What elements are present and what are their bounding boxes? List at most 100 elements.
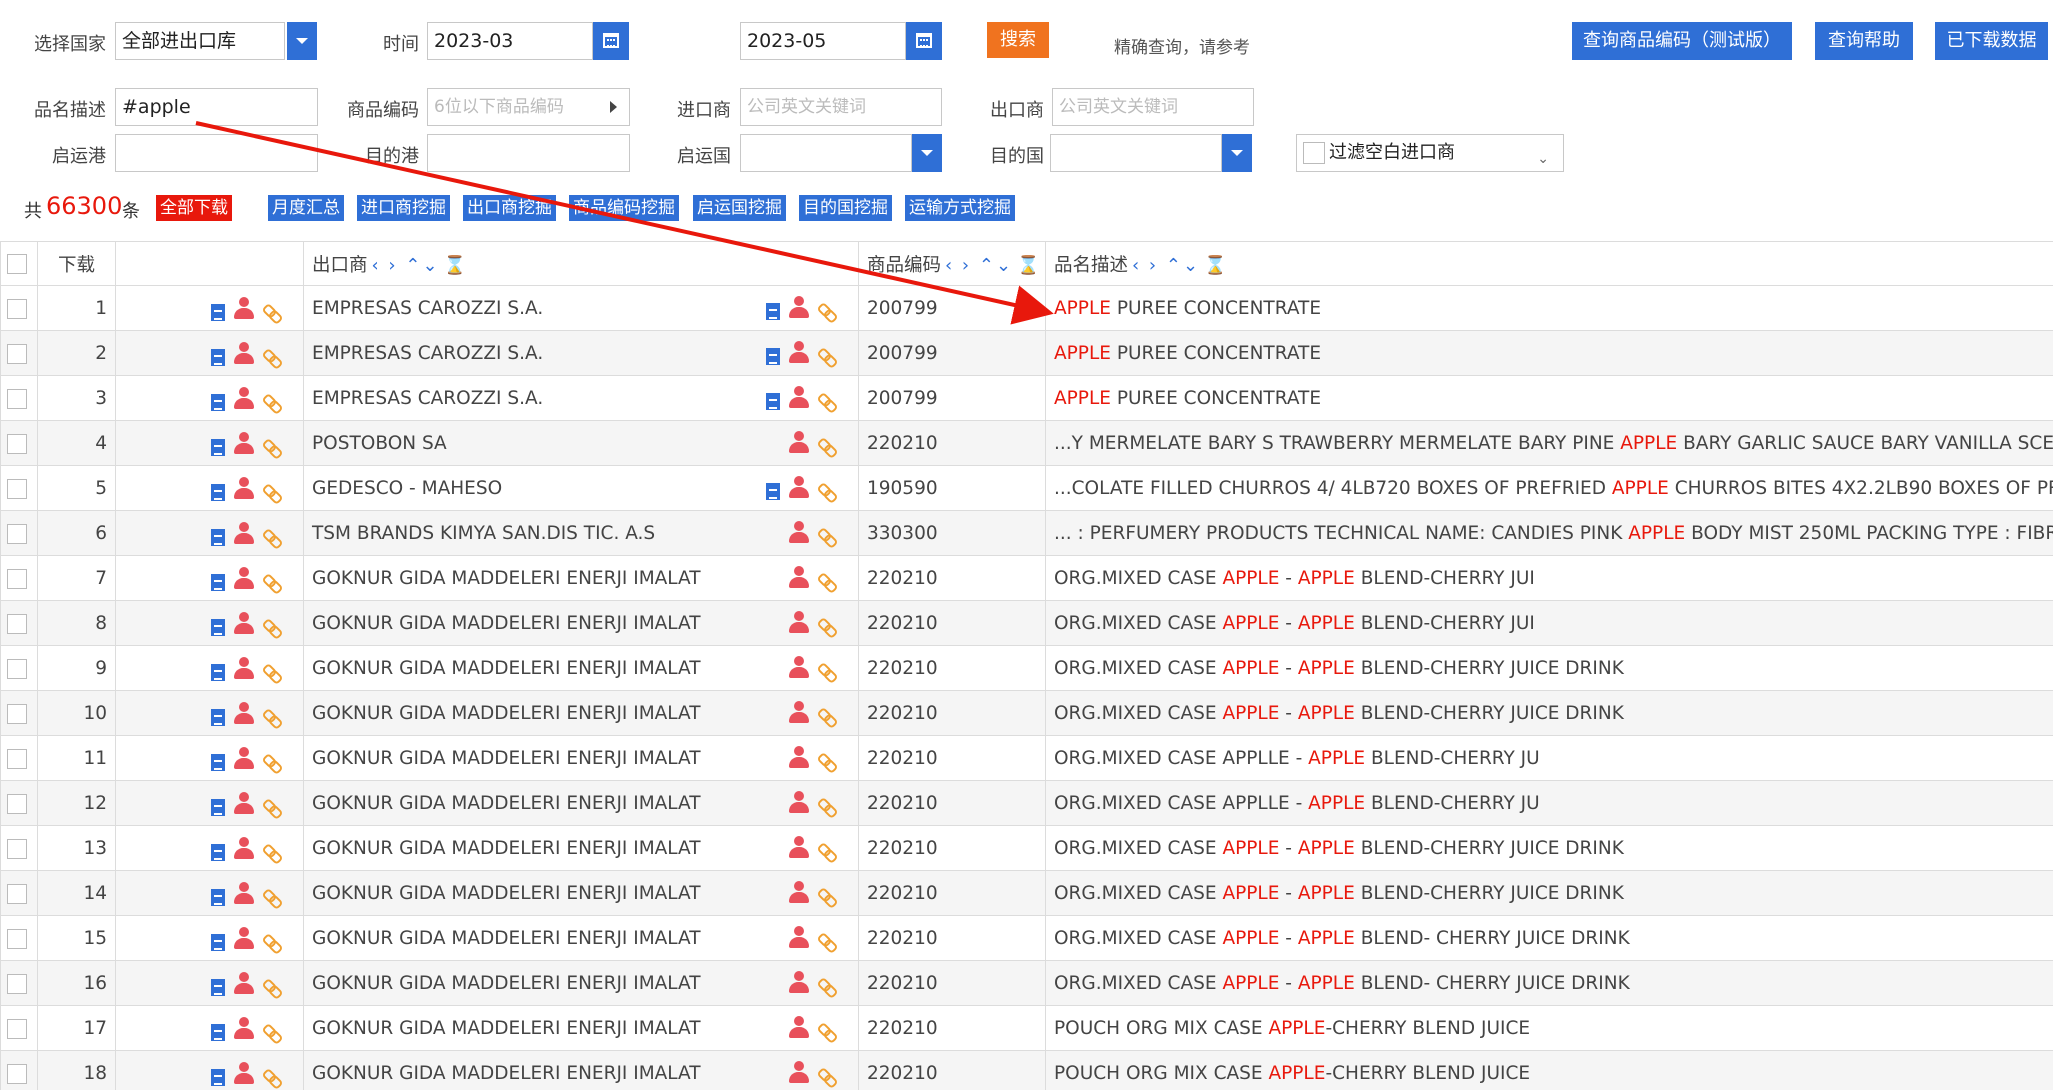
row-select-cell[interactable] <box>0 510 38 556</box>
table-row[interactable]: 4 POSTOBON SA 220210 ...Y MERMELATE BARY S … <box>0 420 2053 466</box>
origin-country-select[interactable] <box>740 134 912 172</box>
table-row[interactable]: 1 EMPRESAS CAROZZI S.A. 200799 APPLE PUREE … <box>0 285 2053 331</box>
row-select-cell[interactable] <box>0 1005 38 1051</box>
table-row[interactable]: 17 GOKNUR GIDA MADDELERI ENERJI IMALAT 220… <box>0 1005 2053 1051</box>
user-icon[interactable] <box>233 657 255 679</box>
row-checkbox[interactable] <box>7 973 27 994</box>
dest-country-select[interactable] <box>1050 134 1222 172</box>
document-icon[interactable] <box>211 438 225 456</box>
tag-hs-mining[interactable]: 商品编码挖掘 <box>569 195 679 221</box>
link-icon[interactable] <box>818 1067 836 1085</box>
link-icon[interactable] <box>263 798 281 816</box>
table-row[interactable]: 18 GOKNUR GIDA MADDELERI ENERJI IMALAT 220… <box>0 1050 2053 1090</box>
table-row[interactable]: 11 GOKNUR GIDA MADDELERI ENERJI IMALAT 220… <box>0 735 2053 781</box>
link-icon[interactable] <box>818 887 836 905</box>
row-select-cell[interactable] <box>0 375 38 421</box>
row-checkbox[interactable] <box>7 613 27 634</box>
link-icon[interactable] <box>263 708 281 726</box>
row-checkbox[interactable] <box>7 658 27 679</box>
table-row[interactable]: 14 GOKNUR GIDA MADDELERI ENERJI IMALAT 220… <box>0 870 2053 916</box>
table-row[interactable]: 5 GEDESCO - MAHESO 190590 ...COLATE FILLED … <box>0 465 2053 511</box>
link-icon[interactable] <box>263 933 281 951</box>
tag-importer-mining[interactable]: 进口商挖掘 <box>357 195 450 221</box>
document-icon[interactable] <box>766 347 780 365</box>
link-icon[interactable] <box>818 527 836 545</box>
user-icon[interactable] <box>233 432 255 454</box>
chevron-down-icon[interactable] <box>287 22 317 60</box>
calendar-icon[interactable] <box>593 22 629 60</box>
table-row[interactable]: 7 GOKNUR GIDA MADDELERI ENERJI IMALAT 2202… <box>0 555 2053 601</box>
document-icon[interactable] <box>211 978 225 996</box>
document-icon[interactable] <box>766 302 780 320</box>
user-icon[interactable] <box>788 881 810 903</box>
row-select-cell[interactable] <box>0 870 38 916</box>
user-icon[interactable] <box>788 656 810 678</box>
document-icon[interactable] <box>211 573 225 591</box>
sort-icon[interactable]: ‹ › ⌃⌄ <box>945 255 1013 276</box>
table-row[interactable]: 9 GOKNUR GIDA MADDELERI ENERJI IMALAT 2202… <box>0 645 2053 691</box>
link-icon[interactable] <box>818 617 836 635</box>
user-icon[interactable] <box>788 971 810 993</box>
tag-exporter-mining[interactable]: 出口商挖掘 <box>463 195 556 221</box>
user-icon[interactable] <box>233 567 255 589</box>
link-icon[interactable] <box>263 1068 281 1086</box>
table-row[interactable]: 15 GOKNUR GIDA MADDELERI ENERJI IMALAT 220… <box>0 915 2053 961</box>
document-icon[interactable] <box>211 708 225 726</box>
user-icon[interactable] <box>233 297 255 319</box>
user-icon[interactable] <box>788 926 810 948</box>
exporter-cell[interactable]: EMPRESAS CAROZZI S.A. <box>303 330 859 376</box>
row-select-cell[interactable] <box>0 285 38 331</box>
link-icon[interactable] <box>818 707 836 725</box>
link-icon[interactable] <box>818 302 836 320</box>
row-select-cell[interactable] <box>0 960 38 1006</box>
row-select-cell[interactable] <box>0 780 38 826</box>
link-icon[interactable] <box>818 977 836 995</box>
row-checkbox[interactable] <box>7 748 27 769</box>
link-icon[interactable] <box>263 663 281 681</box>
col-hs[interactable]: 商品编码 ‹ › ⌃⌄ ⌛ <box>858 241 1046 286</box>
row-checkbox[interactable] <box>7 298 27 319</box>
col-exporter[interactable]: 出口商 ‹ › ⌃⌄ ⌛ <box>303 241 859 286</box>
exporter-cell[interactable]: GOKNUR GIDA MADDELERI ENERJI IMALAT <box>303 780 859 826</box>
exporter-cell[interactable]: GOKNUR GIDA MADDELERI ENERJI IMALAT <box>303 915 859 961</box>
document-icon[interactable] <box>211 753 225 771</box>
document-icon[interactable] <box>211 393 225 411</box>
link-icon[interactable] <box>263 528 281 546</box>
document-icon[interactable] <box>766 392 780 410</box>
origin-port-input[interactable] <box>115 134 318 172</box>
user-icon[interactable] <box>233 702 255 724</box>
exporter-cell[interactable]: GOKNUR GIDA MADDELERI ENERJI IMALAT <box>303 825 859 871</box>
calendar-icon[interactable] <box>906 22 942 60</box>
user-icon[interactable] <box>788 1016 810 1038</box>
downloaded-data-button[interactable]: 已下载数据 <box>1935 22 2048 60</box>
table-row[interactable]: 13 GOKNUR GIDA MADDELERI ENERJI IMALAT 220… <box>0 825 2053 871</box>
link-icon[interactable] <box>263 438 281 456</box>
link-icon[interactable] <box>818 437 836 455</box>
user-icon[interactable] <box>233 792 255 814</box>
row-checkbox[interactable] <box>7 478 27 499</box>
user-icon[interactable] <box>233 342 255 364</box>
document-icon[interactable] <box>211 483 225 501</box>
exporter-cell[interactable]: TSM BRANDS KIMYA SAN.DIS TIC. A.S <box>303 510 859 556</box>
row-select-cell[interactable] <box>0 420 38 466</box>
row-checkbox[interactable] <box>7 523 27 544</box>
row-select-cell[interactable] <box>0 825 38 871</box>
hourglass-icon[interactable]: ⌛ <box>1204 255 1228 276</box>
row-checkbox[interactable] <box>7 433 27 454</box>
document-icon[interactable] <box>766 482 780 500</box>
document-icon[interactable] <box>211 843 225 861</box>
user-icon[interactable] <box>233 837 255 859</box>
link-icon[interactable] <box>263 573 281 591</box>
exporter-cell[interactable]: GOKNUR GIDA MADDELERI ENERJI IMALAT <box>303 690 859 736</box>
user-icon[interactable] <box>233 522 255 544</box>
row-checkbox[interactable] <box>7 1018 27 1039</box>
hs-input[interactable]: 6位以下商品编码 <box>427 88 630 126</box>
user-icon[interactable] <box>788 611 810 633</box>
table-row[interactable]: 6 TSM BRANDS KIMYA SAN.DIS TIC. A.S 330300… <box>0 510 2053 556</box>
select-all-cell[interactable] <box>0 241 38 286</box>
link-icon[interactable] <box>263 753 281 771</box>
link-icon[interactable] <box>263 483 281 501</box>
row-checkbox[interactable] <box>7 1063 27 1084</box>
document-icon[interactable] <box>211 933 225 951</box>
table-row[interactable]: 8 GOKNUR GIDA MADDELERI ENERJI IMALAT 2202… <box>0 600 2053 646</box>
